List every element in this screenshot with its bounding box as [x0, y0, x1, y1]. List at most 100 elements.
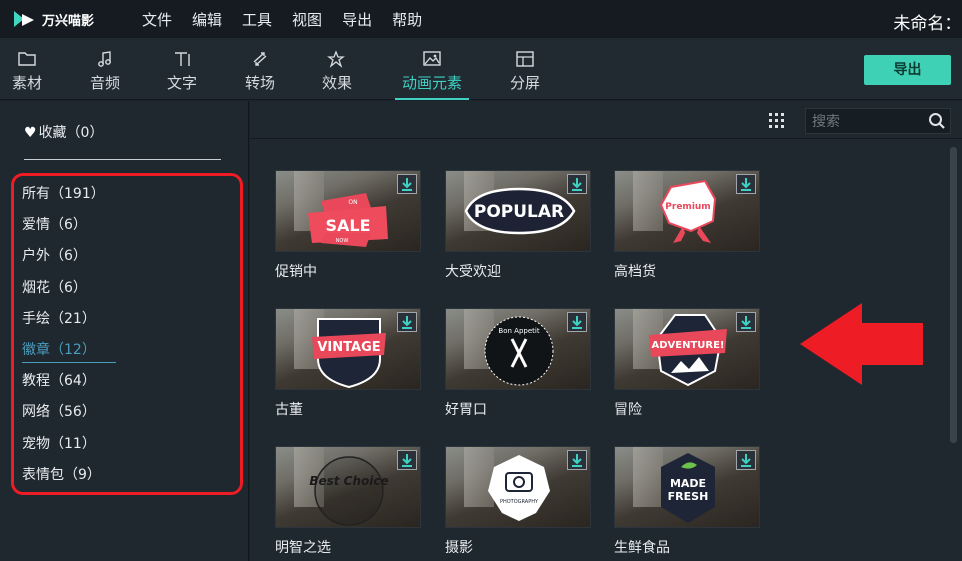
element-thumbnail: SALE ON NOW	[275, 170, 421, 252]
annotation-arrow-icon	[800, 303, 923, 385]
element-label: 高档货	[614, 264, 656, 280]
download-button[interactable]	[567, 312, 587, 332]
tab-label: 文字	[166, 74, 197, 92]
download-icon	[402, 316, 412, 329]
main-menu: 文件 编辑 工具 视图 导出 帮助	[142, 9, 442, 30]
content-toolbar	[250, 101, 962, 139]
element-thumbnail: MADE FRESH	[614, 446, 760, 528]
menu-file[interactable]: 文件	[142, 9, 172, 30]
grid-view-icon[interactable]	[769, 113, 785, 129]
download-button[interactable]	[736, 312, 756, 332]
vertical-scrollbar[interactable]	[950, 147, 957, 443]
download-icon	[572, 316, 582, 329]
tab-effects[interactable]: 效果	[305, 50, 369, 93]
tab-animated-elements[interactable]: 动画元素	[395, 50, 469, 100]
menu-bar: 万兴喵影 文件 编辑 工具 视图 导出 帮助 未命名：(	[0, 0, 962, 38]
download-button[interactable]	[736, 174, 756, 194]
tab-label: 转场	[244, 74, 275, 92]
image-icon	[395, 50, 469, 72]
project-title: 未命名：(	[893, 14, 962, 34]
heart-icon: ♥	[24, 125, 37, 141]
search-icon[interactable]	[928, 112, 946, 130]
tab-label: 效果	[321, 74, 352, 92]
search-input[interactable]	[812, 112, 922, 130]
download-button[interactable]	[397, 312, 417, 332]
menu-export[interactable]: 导出	[342, 9, 372, 30]
element-card-popular[interactable]: POPULAR 大受欢迎	[445, 170, 591, 281]
tab-label: 素材	[11, 74, 42, 92]
element-card-bon-appetit[interactable]: Bon Appetit 好胃口	[445, 308, 591, 419]
element-card-sale[interactable]: SALE ON NOW 促销中	[275, 170, 421, 281]
svg-text:MADE: MADE	[670, 477, 706, 490]
svg-text:Premium: Premium	[665, 202, 710, 212]
svg-text:ON: ON	[348, 199, 357, 206]
text-icon	[150, 50, 214, 72]
folder-icon	[0, 50, 59, 72]
element-label: 生鲜食品	[614, 540, 670, 556]
element-thumbnail: Premium	[614, 170, 760, 252]
element-thumbnail: ADVENTURE!	[614, 308, 760, 390]
music-note-icon	[73, 50, 137, 72]
svg-text:PHOTOGRAPHY: PHOTOGRAPHY	[500, 499, 539, 505]
tab-text[interactable]: 文字	[150, 50, 214, 93]
export-button[interactable]: 导出	[864, 55, 951, 85]
app-logo: 万兴喵影	[14, 9, 94, 29]
download-icon	[741, 178, 751, 191]
svg-text:POPULAR: POPULAR	[474, 202, 564, 222]
menu-help[interactable]: 帮助	[392, 9, 422, 30]
favorites-label: 收藏（0）	[38, 125, 104, 141]
menu-view[interactable]: 视图	[292, 9, 322, 30]
download-button[interactable]	[567, 450, 587, 470]
favorites-item[interactable]: ♥ 收藏（0）	[24, 122, 103, 142]
element-card-adventure[interactable]: ADVENTURE! 冒险	[614, 308, 760, 419]
tab-label: 音频	[89, 74, 120, 92]
element-label: 好胃口	[445, 402, 487, 418]
element-card-premium[interactable]: Premium 高档货	[614, 170, 760, 281]
element-label: 冒险	[614, 402, 642, 418]
effects-icon	[305, 50, 369, 72]
tab-split-screen[interactable]: 分屏	[493, 50, 557, 93]
menu-tools[interactable]: 工具	[242, 9, 272, 30]
svg-text:FRESH: FRESH	[668, 490, 709, 503]
element-thumbnail: Bon Appetit	[445, 308, 591, 390]
download-button[interactable]	[397, 450, 417, 470]
download-icon	[572, 178, 582, 191]
svg-text:VINTAGE: VINTAGE	[317, 340, 380, 355]
download-icon	[741, 316, 751, 329]
download-icon	[572, 454, 582, 467]
svg-text:SALE: SALE	[325, 216, 370, 235]
highlight-annotation	[11, 173, 243, 495]
split-screen-icon	[493, 50, 557, 72]
tab-transitions[interactable]: 转场	[228, 50, 292, 93]
tab-audio[interactable]: 音频	[73, 50, 137, 93]
download-icon	[402, 454, 412, 467]
element-thumbnail: PHOTOGRAPHY	[445, 446, 591, 528]
svg-text:Best Choice: Best Choice	[309, 474, 388, 488]
download-button[interactable]	[397, 174, 417, 194]
element-label: 古董	[275, 402, 303, 418]
download-button[interactable]	[567, 174, 587, 194]
download-icon	[741, 454, 751, 467]
menu-edit[interactable]: 编辑	[192, 9, 222, 30]
element-card-vintage[interactable]: VINTAGE 古董	[275, 308, 421, 419]
element-card-photography[interactable]: PHOTOGRAPHY 摄影	[445, 446, 591, 557]
element-thumbnail: POPULAR	[445, 170, 591, 252]
transition-icon	[228, 50, 292, 72]
logo-icon	[14, 9, 36, 29]
logo-text: 万兴喵影	[42, 13, 95, 29]
element-thumbnail: VINTAGE	[275, 308, 421, 390]
element-card-made-fresh[interactable]: MADE FRESH 生鲜食品	[614, 446, 760, 557]
svg-text:NOW: NOW	[336, 238, 349, 244]
element-thumbnail: Best Choice	[275, 446, 421, 528]
svg-text:Bon Appetit: Bon Appetit	[498, 327, 539, 335]
search-box	[805, 108, 951, 134]
download-icon	[402, 178, 412, 191]
toolbar: 素材 音频 文字 转场 效果 动画元素 分屏 导出	[0, 38, 962, 100]
download-button[interactable]	[736, 450, 756, 470]
tab-label: 分屏	[509, 74, 540, 92]
element-label: 摄影	[445, 540, 473, 556]
element-label: 促销中	[275, 264, 317, 280]
element-card-best-choice[interactable]: Best Choice 明智之选	[275, 446, 421, 557]
tab-media[interactable]: 素材	[0, 50, 59, 93]
category-sidebar: ♥ 收藏（0） 所有（191） 爱情（6） 户外（6） 烟花（6） 手绘（21） …	[0, 101, 249, 561]
